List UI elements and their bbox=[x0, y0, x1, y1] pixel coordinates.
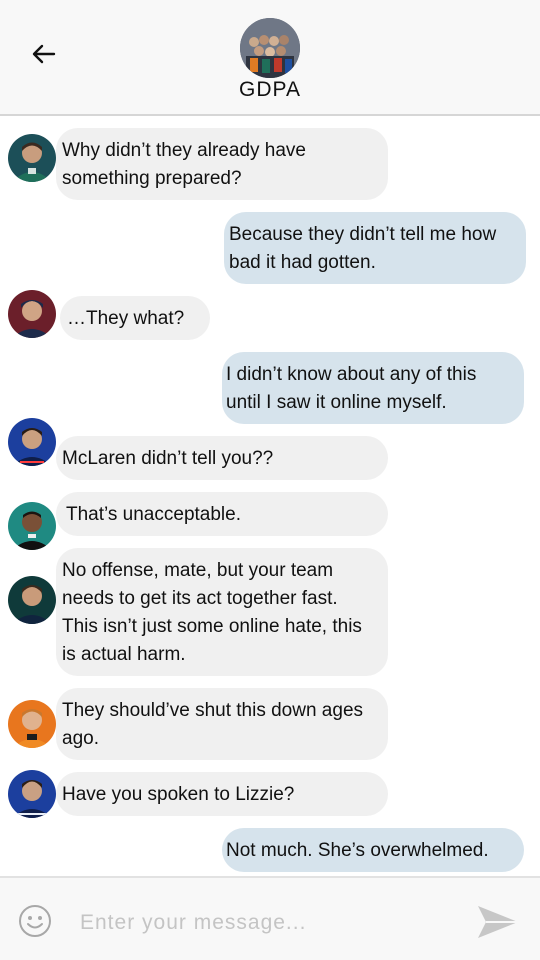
message-bubble[interactable]: I didn’t know about any of this until I … bbox=[222, 352, 524, 424]
avatar[interactable] bbox=[8, 290, 56, 338]
message-bubble[interactable]: No offense, mate, but your team needs to… bbox=[56, 548, 388, 676]
send-icon[interactable] bbox=[474, 902, 520, 942]
message-bubble[interactable]: Have you spoken to Lizzie? bbox=[56, 772, 388, 816]
message-row: Why didn’t they already have something p… bbox=[0, 128, 540, 200]
message-bubble[interactable]: That’s unacceptable. bbox=[56, 492, 388, 536]
message-row: Have you spoken to Lizzie? bbox=[0, 770, 540, 818]
message-row: They should’ve shut this down ages ago. bbox=[0, 688, 540, 760]
message-bubble[interactable]: Not much. She’s overwhelmed. bbox=[222, 828, 524, 872]
message-row: That’s unacceptable. bbox=[0, 492, 540, 550]
message-row: No offense, mate, but your team needs to… bbox=[0, 548, 540, 676]
avatar[interactable] bbox=[8, 418, 56, 466]
message-row: …They what? bbox=[0, 290, 540, 340]
message-bubble[interactable]: Why didn’t they already have something p… bbox=[56, 128, 388, 200]
compose-bar bbox=[0, 876, 540, 960]
chat-header: GDPA bbox=[0, 0, 540, 116]
message-list[interactable]: Why didn’t they already have something p… bbox=[0, 118, 540, 876]
message-bubble[interactable]: …They what? bbox=[60, 296, 210, 340]
message-row: I didn’t know about any of this until I … bbox=[0, 352, 540, 424]
avatar[interactable] bbox=[8, 502, 56, 550]
message-input[interactable] bbox=[78, 906, 462, 940]
avatar[interactable] bbox=[8, 134, 56, 182]
chat-title: GDPA bbox=[239, 78, 301, 101]
message-row: Because they didn’t tell me how bad it h… bbox=[0, 212, 540, 284]
group-avatar[interactable] bbox=[240, 18, 300, 78]
message-row: McLaren didn’t tell you?? bbox=[0, 418, 540, 480]
avatar[interactable] bbox=[8, 700, 56, 748]
back-arrow-icon[interactable] bbox=[28, 38, 60, 70]
message-row: Not much. She’s overwhelmed. bbox=[0, 828, 540, 872]
message-bubble[interactable]: Because they didn’t tell me how bad it h… bbox=[224, 212, 526, 284]
avatar[interactable] bbox=[8, 770, 56, 818]
message-bubble[interactable]: They should’ve shut this down ages ago. bbox=[56, 688, 388, 760]
emoji-icon[interactable] bbox=[18, 904, 52, 938]
avatar[interactable] bbox=[8, 576, 56, 624]
message-bubble[interactable]: McLaren didn’t tell you?? bbox=[56, 436, 388, 480]
